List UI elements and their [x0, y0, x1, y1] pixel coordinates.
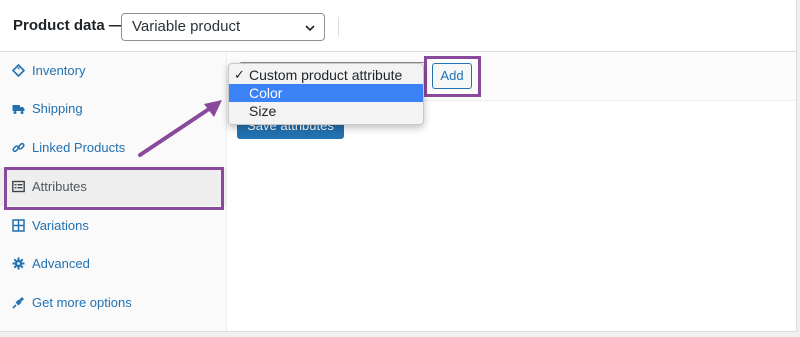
tab-label: Shipping — [32, 101, 83, 116]
add-attribute-button[interactable]: Add — [432, 63, 472, 89]
tab-advanced[interactable]: Advanced — [0, 245, 226, 283]
grid-icon — [12, 219, 25, 232]
product-data-header: Product data — Variable product — [0, 0, 796, 52]
checkmark-icon: ✓ — [234, 67, 245, 82]
product-data-panel: Product data — Variable product Inventor… — [0, 0, 797, 332]
tab-label: Get more options — [32, 295, 132, 310]
gear-icon — [12, 257, 25, 270]
tab-label: Variations — [32, 218, 89, 233]
tab-attributes[interactable]: Attributes — [0, 168, 226, 206]
option-label: Size — [249, 103, 277, 119]
dropdown-option-size[interactable]: Size — [229, 102, 423, 120]
tab-label: Inventory — [32, 63, 86, 78]
truck-icon — [12, 105, 25, 114]
tab-variations[interactable]: Variations — [0, 207, 226, 245]
tab-label: Advanced — [32, 256, 90, 271]
option-label: Color — [249, 85, 283, 101]
product-type-select[interactable]: Variable product — [121, 13, 325, 41]
list-icon — [12, 180, 25, 193]
link-icon — [12, 142, 25, 153]
diamond-tag-icon — [12, 64, 25, 77]
plug-icon — [12, 297, 24, 309]
tab-label: Attributes — [32, 179, 87, 194]
tab-label: Linked Products — [32, 140, 126, 155]
header-divider — [338, 17, 339, 37]
attribute-dropdown-list: ✓ Custom product attribute Color Size — [228, 63, 424, 125]
tab-get-more-options[interactable]: Get more options — [0, 284, 226, 322]
annotation-arrow-icon — [138, 100, 222, 157]
dropdown-option-color[interactable]: Color — [229, 84, 423, 102]
product-data-label: Product data — — [13, 17, 124, 34]
dropdown-option-custom[interactable]: ✓ Custom product attribute — [229, 66, 423, 84]
tab-inventory[interactable]: Inventory — [0, 52, 226, 90]
product-type-value: Variable product — [132, 18, 241, 35]
chevron-down-icon — [305, 25, 315, 32]
option-label: Custom product attribute — [249, 67, 403, 83]
